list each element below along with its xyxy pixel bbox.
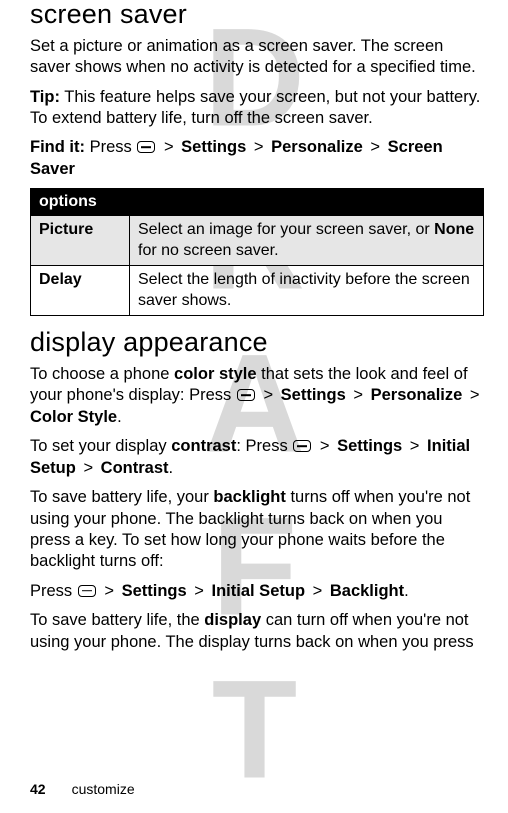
text: To set your display bbox=[30, 437, 171, 455]
findit-label: Find it: bbox=[30, 138, 85, 156]
options-header: options bbox=[31, 189, 484, 216]
sep: > bbox=[370, 138, 380, 156]
menu-key-icon bbox=[293, 440, 311, 452]
sep: > bbox=[320, 437, 330, 455]
bold-color-style: color style bbox=[174, 365, 257, 383]
display-off-para: To save battery life, the display can tu… bbox=[30, 610, 484, 653]
text: To save battery life, the bbox=[30, 611, 204, 629]
text-press: Press bbox=[30, 582, 77, 600]
sep: > bbox=[254, 138, 264, 156]
desc-cond-none: None bbox=[434, 221, 474, 238]
menu-key-icon bbox=[237, 389, 255, 401]
tip-label: Tip: bbox=[30, 88, 60, 106]
nav-settings: Settings bbox=[181, 138, 246, 156]
text: : Press bbox=[236, 437, 292, 455]
screensaver-intro: Set a picture or animation as a screen s… bbox=[30, 36, 484, 79]
page-footer: 42 customize bbox=[30, 781, 135, 797]
sep: > bbox=[194, 582, 204, 600]
period: . bbox=[117, 408, 122, 426]
heading-display-appearance: display appearance bbox=[30, 328, 484, 358]
sep: > bbox=[470, 386, 480, 404]
heading-screen-saver: screen saver bbox=[30, 0, 484, 30]
color-style-para: To choose a phone color style that sets … bbox=[30, 364, 484, 428]
desc-pre: Select an image for your screen saver, o… bbox=[138, 221, 434, 238]
desc-pre: Select the length of inactivity before t… bbox=[138, 271, 470, 308]
nav-initial-setup: Initial Setup bbox=[212, 582, 306, 600]
period: . bbox=[404, 582, 409, 600]
option-desc-picture: Select an image for your screen saver, o… bbox=[130, 216, 484, 266]
sep: > bbox=[263, 386, 273, 404]
option-name-delay: Delay bbox=[31, 266, 130, 316]
menu-key-icon bbox=[78, 585, 96, 597]
text: To save battery life, your bbox=[30, 488, 213, 506]
nav-color-style: Color Style bbox=[30, 408, 117, 426]
page-number: 42 bbox=[30, 781, 46, 797]
backlight-para: To save battery life, your backlight tur… bbox=[30, 487, 484, 573]
bold-backlight: backlight bbox=[213, 488, 285, 506]
nav-settings: Settings bbox=[337, 437, 402, 455]
footer-section: customize bbox=[72, 781, 135, 797]
nav-contrast: Contrast bbox=[101, 459, 169, 477]
nav-personalize: Personalize bbox=[371, 386, 463, 404]
sep: > bbox=[104, 582, 114, 600]
menu-key-icon bbox=[137, 141, 155, 153]
nav-settings: Settings bbox=[122, 582, 187, 600]
nav-settings: Settings bbox=[281, 386, 346, 404]
option-desc-delay: Select the length of inactivity before t… bbox=[130, 266, 484, 316]
text: To choose a phone bbox=[30, 365, 174, 383]
desc-post: for no screen saver. bbox=[138, 242, 279, 259]
bold-contrast: contrast bbox=[171, 437, 236, 455]
sep: > bbox=[83, 459, 93, 477]
tip-text: This feature helps save your screen, but… bbox=[30, 88, 480, 127]
table-row: Delay Select the length of inactivity be… bbox=[31, 266, 484, 316]
options-table: options Picture Select an image for your… bbox=[30, 188, 484, 316]
findit-press: Press bbox=[85, 138, 136, 156]
option-name-picture: Picture bbox=[31, 216, 130, 266]
nav-backlight: Backlight bbox=[330, 582, 404, 600]
bold-display: display bbox=[204, 611, 261, 629]
sep: > bbox=[410, 437, 420, 455]
screensaver-tip: Tip: This feature helps save your screen… bbox=[30, 87, 484, 130]
table-row: Picture Select an image for your screen … bbox=[31, 216, 484, 266]
period: . bbox=[169, 459, 174, 477]
backlight-nav-para: Press > Settings > Initial Setup > Backl… bbox=[30, 581, 484, 602]
find-it-line: Find it: Press > Settings > Personalize … bbox=[30, 137, 484, 180]
sep: > bbox=[164, 138, 174, 156]
sep: > bbox=[313, 582, 323, 600]
nav-personalize: Personalize bbox=[271, 138, 363, 156]
sep: > bbox=[353, 386, 363, 404]
contrast-para: To set your display contrast: Press > Se… bbox=[30, 436, 484, 479]
